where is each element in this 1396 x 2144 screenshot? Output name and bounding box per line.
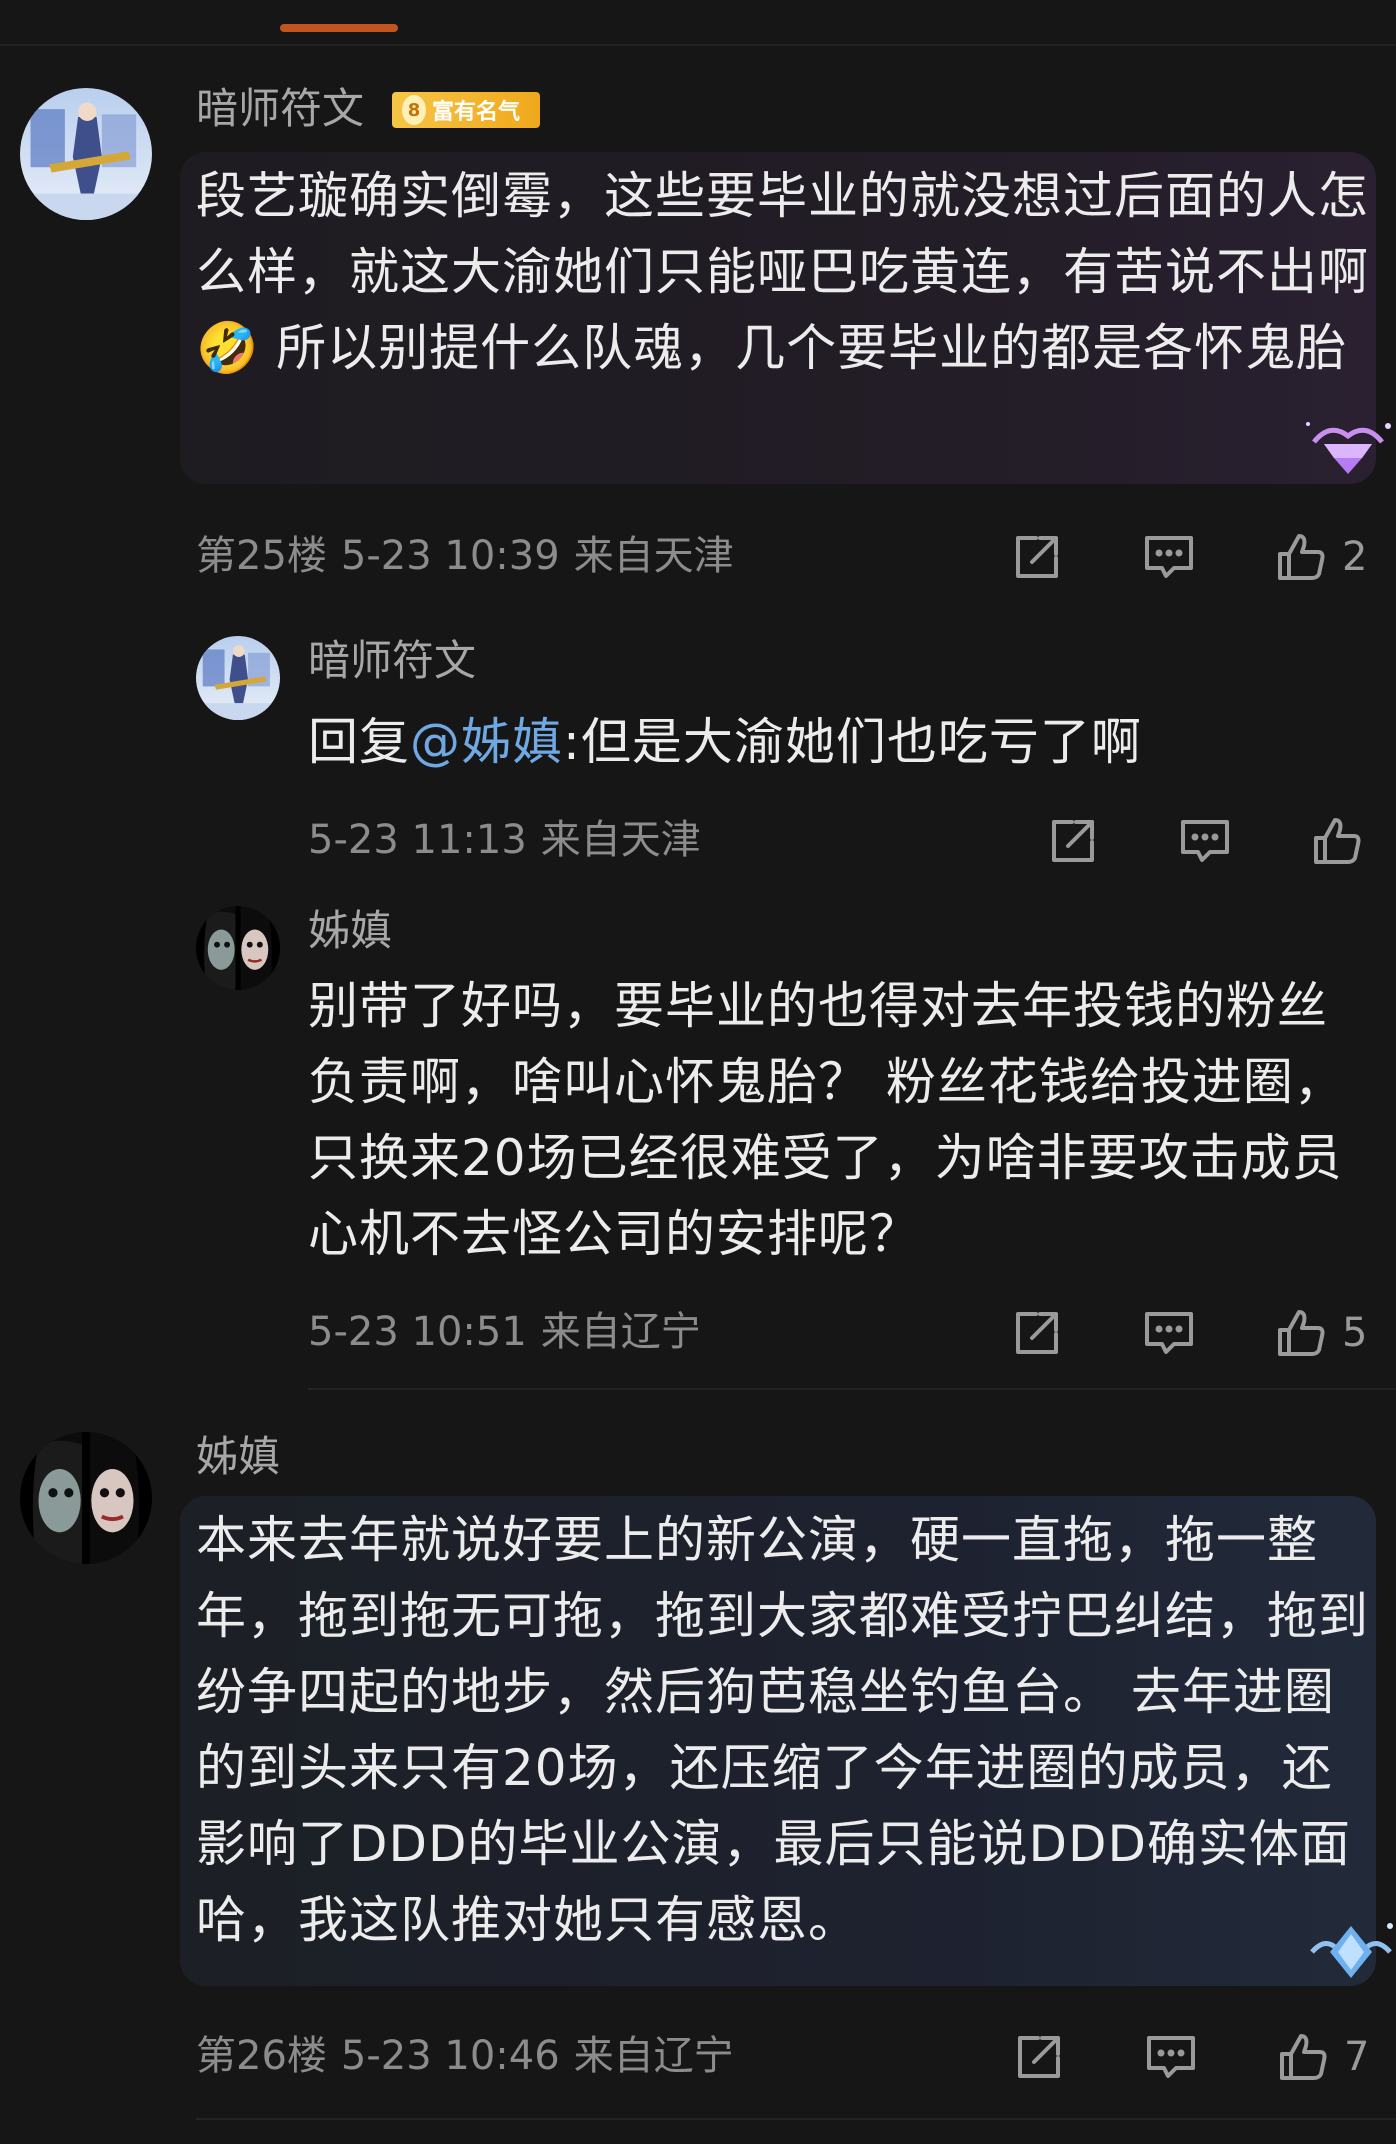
reply-username[interactable]: 暗师符文 <box>308 640 476 682</box>
comment-location: 来自天津 <box>573 533 734 579</box>
fame-badge[interactable]: 8 富有名气 <box>392 92 540 128</box>
comment-time: 5-23 10:39 <box>340 533 560 579</box>
comment-text: 段艺璇确实倒霉，这些要毕业的就没想过后面的人怎么样，就这大渝她们只能哑巴吃黄连，… <box>196 167 1369 377</box>
like-button[interactable] <box>1310 814 1364 868</box>
reply-body: :但是大渝她们也吃亏了啊 <box>563 713 1142 771</box>
like-button[interactable]: 7 <box>1276 2030 1369 2084</box>
badge-label: 富有名气 <box>432 100 521 125</box>
reply-text: 别带了好吗，要毕业的也得对去年投钱的粉丝负责啊，啥叫心怀鬼胎？ 粉丝花钱给投进圈… <box>308 977 1345 1263</box>
reply-location: 来自辽宁 <box>540 1309 701 1355</box>
share-icon <box>1016 1312 1058 1354</box>
reply-username[interactable]: 姊嫃 <box>308 910 392 952</box>
share-icon <box>1016 536 1058 578</box>
divider <box>196 2118 1396 2120</box>
comment-thread: 暗师符文 8 富有名气 段艺璇确实倒霉，这些要毕业的就没想过后面的人怎么样，就这… <box>0 0 1396 2144</box>
badge-level: 8 <box>402 95 426 125</box>
comment-location: 来自辽宁 <box>573 2033 734 2079</box>
comment-icon <box>1181 820 1229 862</box>
thumbs-up-icon <box>1314 818 1361 864</box>
floor-number: 第26楼 <box>196 2033 327 2079</box>
diamond-decoration-icon <box>1306 422 1391 474</box>
share-icon <box>1052 820 1094 862</box>
like-count: 5 <box>1342 1310 1368 1356</box>
share-button[interactable] <box>1012 2030 1066 2084</box>
comment-text: 本来去年就说好要上的新公演，硬一直拖，拖一整年，拖到拖无可拖，拖到大家都难受拧巴… <box>196 1511 1369 1949</box>
share-button[interactable] <box>1010 1306 1064 1360</box>
avatar[interactable] <box>20 88 152 220</box>
comment-icon <box>1145 536 1193 578</box>
reply-location: 来自天津 <box>540 817 701 863</box>
reply-button[interactable] <box>1144 2030 1198 2084</box>
reply-meta: 5-23 11:13 来自天津 <box>308 820 715 860</box>
like-count: 2 <box>1342 534 1368 580</box>
divider <box>308 1388 1396 1390</box>
reply-button[interactable] <box>1142 530 1196 584</box>
mention-link[interactable]: @姊嫃 <box>410 713 563 771</box>
comment-icon <box>1145 1312 1193 1354</box>
avatar[interactable] <box>196 636 280 720</box>
reply-text: 回复@姊嫃:但是大渝她们也吃亏了啊 <box>308 704 1142 780</box>
comment-meta: 第25楼 5-23 10:39 来自天津 <box>196 536 748 576</box>
comment-time: 5-23 10:46 <box>340 2033 560 2079</box>
comment-username[interactable]: 暗师符文 <box>196 88 364 130</box>
tab-indicator <box>280 24 398 32</box>
thumbs-up-icon <box>1280 2034 1327 2080</box>
reply-button[interactable] <box>1142 1306 1196 1360</box>
avatar[interactable] <box>196 906 280 990</box>
reply-button[interactable] <box>1178 814 1232 868</box>
avatar[interactable] <box>20 1432 152 1564</box>
share-button[interactable] <box>1010 530 1064 584</box>
reply-prefix: 回复 <box>308 713 410 771</box>
comment-username[interactable]: 姊嫃 <box>196 1436 280 1478</box>
floor-number: 第25楼 <box>196 533 327 579</box>
share-button[interactable] <box>1046 814 1100 868</box>
like-button[interactable]: 2 <box>1274 530 1367 584</box>
like-button[interactable]: 5 <box>1274 1306 1367 1360</box>
reply-meta: 5-23 10:51 来自辽宁 <box>308 1312 715 1352</box>
comment-icon <box>1147 2036 1195 2078</box>
thumbs-up-icon <box>1278 1310 1325 1356</box>
like-count: 7 <box>1344 2034 1370 2080</box>
reply-time: 5-23 11:13 <box>308 817 527 863</box>
share-icon <box>1018 2036 1060 2078</box>
comment-meta: 第26楼 5-23 10:46 来自辽宁 <box>196 2036 748 2076</box>
thumbs-up-icon <box>1278 534 1325 580</box>
divider <box>0 44 1396 46</box>
reply-time: 5-23 10:51 <box>308 1309 527 1355</box>
